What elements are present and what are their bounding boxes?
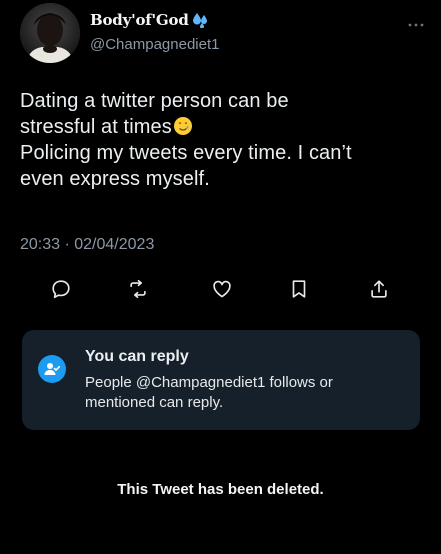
reply-restriction-title: You can reply [85, 348, 189, 365]
like-button[interactable] [209, 276, 235, 302]
author-display-name[interactable]: Body'of'God [90, 11, 189, 29]
tweet-action-bar [0, 276, 441, 302]
share-icon [371, 280, 387, 298]
bookmark-button[interactable] [286, 276, 312, 302]
tweet-text-line-4: even express myself. [20, 168, 210, 190]
avatar-photo [20, 3, 80, 63]
bookmark-icon [292, 280, 306, 298]
reply-icon [52, 280, 70, 299]
avatar[interactable] [20, 3, 80, 63]
tweet-text: Dating a twitter person can be stressful… [20, 88, 430, 192]
smiling-face-with-tear-icon [173, 116, 193, 136]
tweet-text-line-2: stressful at times [20, 116, 172, 138]
more-options-icon[interactable] [407, 15, 425, 27]
deleted-tweet-notice: This Tweet has been deleted. [117, 481, 324, 498]
author-handle[interactable]: @Champagnediet1 [90, 36, 219, 53]
reply-restriction-body: People @Champagnediet1 follows or mentio… [85, 374, 333, 411]
tweet-header: Body'of'God @Champagnediet1 [20, 3, 435, 65]
tweet-text-line-1: Dating a twitter person can be [20, 90, 289, 112]
share-button[interactable] [366, 276, 392, 302]
user-check-icon [38, 355, 66, 383]
tweet-text-line-3: Policing my tweets every time. I can’t [20, 142, 352, 164]
reply-button[interactable] [48, 276, 74, 302]
retweet-icon [130, 279, 146, 299]
author-name-row[interactable]: Body'of'God [90, 11, 210, 29]
like-icon [213, 280, 231, 298]
sweat-droplets-icon [192, 12, 210, 29]
retweet-button[interactable] [125, 276, 151, 302]
tweet-text-line-2-wrap: stressful at times [20, 114, 430, 140]
reply-restriction-card: You can reply People @Champagnediet1 fol… [22, 330, 420, 430]
tweet-timestamp[interactable]: 20:33 · 02/04/2023 [20, 236, 154, 254]
